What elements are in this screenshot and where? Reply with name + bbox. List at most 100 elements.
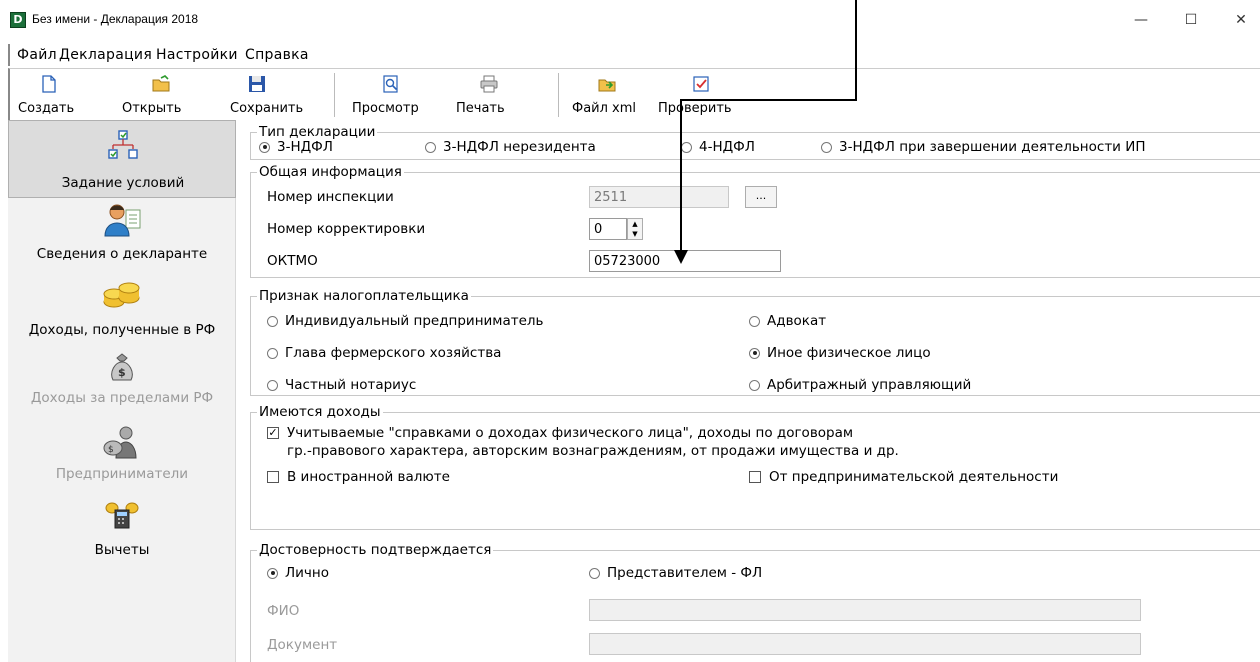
create-button[interactable]: Создать	[14, 69, 84, 121]
radio-label: Иное физическое лицо	[767, 345, 931, 361]
check-label: Проверить	[658, 101, 732, 116]
radio-label: Арбитражный управляющий	[767, 377, 972, 393]
calculator-icon	[105, 502, 139, 529]
radio-lawyer[interactable]: Адвокат	[749, 313, 826, 329]
confirmation-title: Достоверность подтверждается	[257, 542, 494, 558]
correction-spinner[interactable]: ▲ ▼	[627, 218, 643, 240]
business-income-label: От предпринимательской деятельности	[769, 469, 1059, 485]
radio-individual-entrepreneur[interactable]: Индивидуальный предприниматель	[267, 313, 544, 329]
toolbar-separator	[334, 73, 335, 117]
open-button[interactable]: Открыть	[118, 69, 198, 121]
print-button[interactable]: Печать	[452, 69, 522, 121]
window-title: Без имени - Декларация 2018	[32, 12, 199, 26]
radio-representative[interactable]: Представителем - ФЛ	[589, 565, 762, 581]
radio-4ndfl[interactable]: 4-НДФЛ	[681, 139, 755, 155]
fio-label: ФИО	[267, 603, 300, 619]
radio-label: Индивидуальный предприниматель	[285, 313, 544, 329]
xml-export-icon	[598, 79, 616, 92]
radio-arbitration-manager[interactable]: Арбитражный управляющий	[749, 377, 971, 393]
nav-label-declarant: Сведения о декларанте	[36, 246, 208, 262]
save-label: Сохранить	[230, 101, 304, 116]
save-disk-icon	[249, 76, 265, 92]
print-label: Печать	[456, 101, 505, 116]
coins-icon	[103, 282, 140, 308]
svg-text:$: $	[118, 366, 126, 379]
income-group: Имеются доходы ✓ Учитываемые "справками о…	[250, 404, 1260, 530]
radio-label: 3-НДФЛ	[277, 139, 333, 155]
nav-item-deductions[interactable]: Вычеты	[8, 498, 236, 568]
nav-label-conditions: Задание условий	[61, 175, 185, 191]
nav-label-entrepreneurs: Предприниматели	[55, 466, 189, 482]
nav-item-income-abroad[interactable]: $ Доходы за пределами РФ	[8, 338, 236, 408]
xml-label: Файл xml	[572, 101, 637, 116]
spin-down-icon[interactable]: ▼	[628, 229, 642, 239]
browse-inspection-button[interactable]: ...	[745, 186, 777, 208]
radio-dot	[589, 567, 600, 579]
radio-dot	[749, 379, 760, 391]
menu-settings[interactable]: Настройки	[156, 47, 238, 63]
oktmo-field[interactable]	[589, 250, 781, 272]
radio-personally[interactable]: Лично	[267, 565, 329, 581]
create-label: Создать	[18, 101, 75, 116]
radio-3ndfl-ip-closing[interactable]: 3-НДФЛ при завершении деятельности ИП	[821, 139, 1146, 155]
preview-label: Просмотр	[352, 101, 419, 116]
declaration-type-title: Тип декларации	[257, 124, 378, 140]
maximize-button[interactable]: ☐	[1176, 10, 1206, 30]
nav-label-income-rf: Доходы, полученные в РФ	[28, 322, 216, 338]
radio-label: Глава фермерского хозяйства	[285, 345, 502, 361]
main-content: Тип декларации 3-НДФЛ 3-НДФЛ нерезидента…	[236, 120, 1260, 662]
radio-label: 4-НДФЛ	[699, 139, 755, 155]
certified-income-checkbox[interactable]: ✓ Учитываемые "справками о доходах физиче…	[267, 425, 853, 441]
radio-farm-head[interactable]: Глава фермерского хозяйства	[267, 345, 501, 361]
income-title: Имеются доходы	[257, 404, 383, 420]
correction-number-field[interactable]	[589, 218, 627, 240]
radio-other-individual[interactable]: Иное физическое лицо	[749, 345, 931, 361]
radio-label: Представителем - ФЛ	[607, 565, 763, 581]
new-file-icon	[42, 75, 56, 93]
tree-icon	[108, 130, 138, 159]
radio-label: 3-НДФЛ при завершении деятельности ИП	[839, 139, 1146, 155]
minimize-button[interactable]: —	[1126, 10, 1156, 30]
document-field[interactable]	[589, 633, 1141, 655]
radio-3ndfl-nonresident[interactable]: 3-НДФЛ нерезидента	[425, 139, 596, 155]
preview-icon	[383, 75, 398, 93]
menu-declaration[interactable]: Декларация	[59, 47, 152, 63]
radio-dot	[267, 315, 278, 327]
menu-file[interactable]: Файл	[17, 47, 57, 63]
nav-item-entrepreneurs[interactable]: $ Предприниматели	[8, 408, 236, 498]
check-document-icon	[693, 76, 709, 92]
certified-income-label: Учитываемые "справками о доходах физичес…	[287, 425, 854, 441]
business-income-checkbox[interactable]: От предпринимательской деятельности	[749, 469, 1058, 485]
menu-bar: Файл Декларация Настройки Справка	[8, 44, 1260, 66]
save-button[interactable]: Сохранить	[230, 69, 318, 121]
oktmo-label: ОКТМО	[267, 253, 318, 269]
check-button[interactable]: Проверить	[654, 69, 734, 121]
xml-file-button[interactable]: Файл xml	[570, 69, 646, 121]
confirmation-group: Достоверность подтверждается Лично Предс…	[250, 542, 1260, 662]
open-folder-icon	[152, 75, 170, 92]
nav-item-income-rf[interactable]: Доходы, полученные в РФ	[8, 268, 236, 338]
general-info-group: Общая информация Номер инспекции ... Ном…	[250, 164, 1260, 278]
radio-3ndfl[interactable]: 3-НДФЛ	[259, 139, 333, 155]
correction-label: Номер корректировки	[267, 221, 426, 237]
taxpayer-sign-group: Признак налогоплательщика Индивидуальный…	[250, 288, 1260, 396]
toolbar: Создать Открыть Сохранить Просмотр Печат…	[8, 68, 1260, 120]
preview-button[interactable]: Просмотр	[346, 69, 426, 121]
inspection-number-field[interactable]	[589, 186, 729, 208]
nav-item-declarant[interactable]: Сведения о декларанте	[8, 198, 236, 268]
open-label: Открыть	[122, 101, 182, 116]
radio-label: Лично	[285, 565, 329, 581]
foreign-currency-checkbox[interactable]: В иностранной валюте	[267, 469, 450, 485]
spin-up-icon[interactable]: ▲	[628, 219, 642, 229]
close-button[interactable]: ✕	[1226, 10, 1256, 30]
money-bag-icon: $	[111, 353, 133, 381]
radio-dot	[267, 379, 278, 391]
nav-item-conditions[interactable]: Задание условий	[8, 120, 236, 198]
fio-field[interactable]	[589, 599, 1141, 621]
radio-label: 3-НДФЛ нерезидента	[443, 139, 596, 155]
radio-private-notary[interactable]: Частный нотариус	[267, 377, 416, 393]
menu-help[interactable]: Справка	[245, 47, 309, 63]
checkbox-icon	[749, 471, 761, 483]
nav-label-income-abroad: Доходы за пределами РФ	[30, 390, 214, 406]
general-info-title: Общая информация	[257, 164, 404, 180]
